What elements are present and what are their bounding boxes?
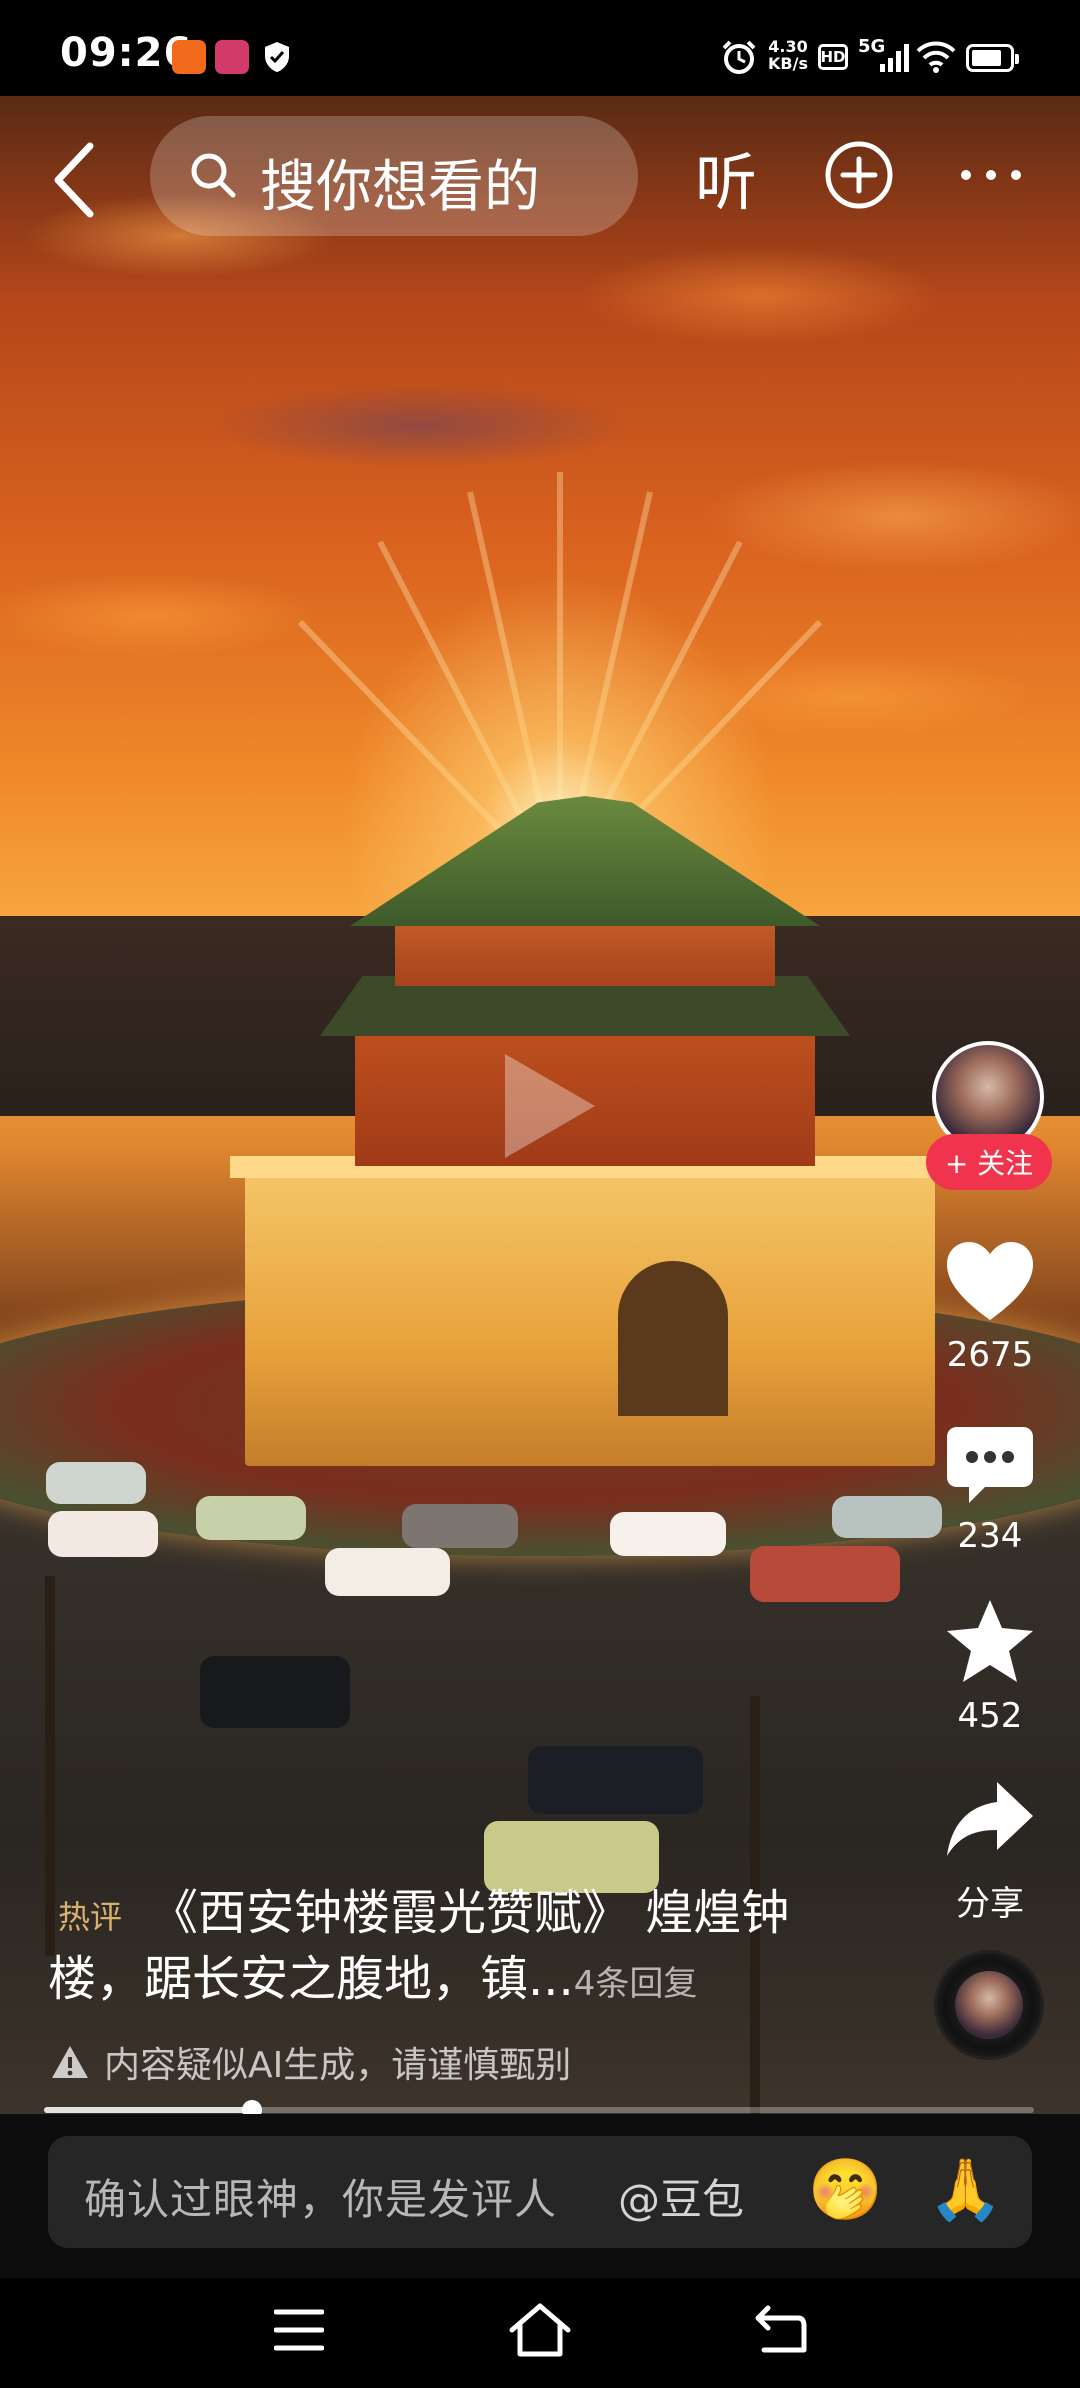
caption-line-1: 《西安钟楼霞光赞赋》 煌煌钟 <box>150 1885 790 1941</box>
comment-count: 234 <box>957 1516 1023 1556</box>
net-speed: 4.30 KB/s <box>768 37 808 73</box>
tower-arch <box>618 1261 728 1416</box>
more-icon[interactable] <box>958 160 1024 190</box>
replies-link[interactable]: 4条回复 <box>574 1964 698 2004</box>
caption-line-2: 楼，踞长安之腹地，镇...4条回复 <box>48 1951 698 2007</box>
search-icon <box>191 153 236 198</box>
truck <box>750 1546 900 1602</box>
warning-icon <box>52 2046 88 2078</box>
car <box>48 1511 158 1557</box>
heart-icon[interactable] <box>945 1240 1035 1324</box>
progress-bar[interactable] <box>44 2100 1034 2120</box>
comment-placeholder: 确认过眼神，你是发评人 <box>84 2175 558 2224</box>
hot-comment-label: 热评 <box>58 1898 123 1936</box>
music-disc[interactable] <box>934 1950 1044 2060</box>
emoji-button-1[interactable]: 🤭 <box>808 2154 883 2225</box>
car <box>610 1512 726 1556</box>
system-nav-bar <box>0 2278 1080 2388</box>
search-bar[interactable]: 搜你想看的 <box>150 116 638 236</box>
alarm-icon <box>722 40 756 74</box>
app-notification-icon <box>172 40 206 74</box>
car <box>528 1746 703 1814</box>
comment-input[interactable]: 确认过眼神，你是发评人 @豆包 🤭 🙏 <box>48 2136 1032 2248</box>
home-icon[interactable] <box>508 2302 572 2358</box>
like-count: 2675 <box>946 1335 1034 1375</box>
car <box>402 1504 518 1548</box>
back-nav-icon[interactable] <box>754 2304 808 2356</box>
listen-button[interactable]: 听 <box>695 132 757 222</box>
progress-fill <box>44 2107 252 2113</box>
play-icon[interactable] <box>495 1046 605 1166</box>
favorite-count: 452 <box>957 1696 1023 1736</box>
mention-doubao[interactable]: @豆包 <box>618 2166 744 2227</box>
comment-icon[interactable] <box>945 1425 1035 1505</box>
emoji-button-2[interactable]: 🙏 <box>928 2154 1003 2225</box>
status-bar: 09:26 4.30 KB/s HD 5G <box>0 0 1080 96</box>
shield-icon <box>265 42 289 72</box>
ai-warning: 内容疑似AI生成，请谨慎甄别 <box>50 2036 571 2088</box>
menu-icon[interactable] <box>274 2308 324 2352</box>
search-placeholder: 搜你想看的 <box>260 155 540 220</box>
car <box>325 1548 450 1596</box>
follow-button[interactable]: + 关注 <box>926 1134 1052 1190</box>
signal-icon <box>880 44 909 72</box>
battery-icon <box>966 44 1019 72</box>
hd-badge: HD <box>818 44 848 70</box>
share-icon[interactable] <box>945 1780 1035 1860</box>
car <box>200 1656 350 1728</box>
wifi-icon <box>916 41 956 73</box>
back-icon[interactable] <box>50 140 100 220</box>
video-player[interactable] <box>0 96 1080 2114</box>
app-notification-icon-2 <box>215 40 249 74</box>
share-label: 分享 <box>956 1884 1024 1924</box>
car <box>46 1462 146 1504</box>
add-icon[interactable] <box>824 140 894 210</box>
tower-base <box>245 1166 935 1466</box>
star-icon[interactable] <box>945 1598 1035 1684</box>
car <box>196 1496 306 1540</box>
video-caption[interactable]: 《西安钟楼霞光赞赋》 煌煌钟 楼，踞长安之腹地，镇...4条回复 <box>48 1880 888 2017</box>
